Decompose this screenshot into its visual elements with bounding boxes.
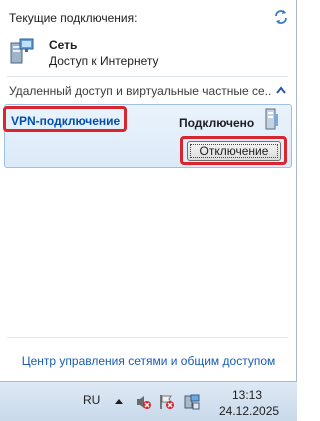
show-hidden-icons-icon[interactable] — [115, 398, 123, 404]
speaker-muted-icon[interactable] — [135, 394, 151, 410]
section-title-remote-access[interactable]: Удаленный доступ и виртуальные частные с… — [9, 84, 271, 98]
vpn-connection-icon — [265, 108, 278, 130]
chevron-up-icon[interactable] — [276, 86, 286, 94]
clock-date[interactable]: 24.12.2025 — [219, 404, 279, 418]
action-center-alert-icon[interactable] — [159, 394, 175, 410]
network-status: Доступ к Интернету — [49, 54, 159, 68]
section-divider — [7, 76, 288, 77]
vpn-connection-status: Подключено — [179, 116, 255, 130]
clock-time[interactable]: 13:13 — [232, 388, 262, 402]
footer-divider — [7, 337, 288, 338]
network-tray-icon[interactable] — [184, 394, 200, 410]
network-computer-icon — [10, 38, 34, 64]
language-indicator[interactable]: RU — [83, 393, 100, 407]
disconnect-button[interactable]: Отключение — [187, 141, 281, 161]
network-name: Сеть — [49, 38, 78, 52]
refresh-icon[interactable] — [272, 8, 290, 26]
vpn-connection-name: VPN-подключение — [11, 114, 121, 128]
network-flyout: Текущие подключения: Сеть Доступ к Интер… — [0, 0, 297, 381]
current-connections-heading: Текущие подключения: — [9, 11, 138, 25]
network-sharing-center-link[interactable]: Центр управления сетями и общим доступом — [0, 354, 297, 368]
